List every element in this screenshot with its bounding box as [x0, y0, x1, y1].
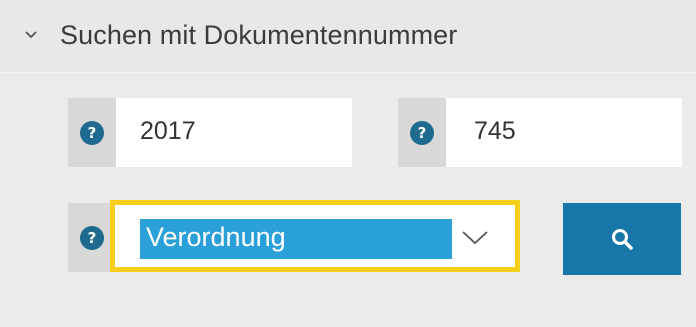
year-input[interactable]: 2017: [140, 117, 196, 146]
year-help[interactable]: ?: [68, 98, 116, 167]
section-header[interactable]: Suchen mit Dokumentennummer: [0, 0, 696, 73]
search-button[interactable]: [563, 203, 681, 275]
help-icon[interactable]: ?: [80, 121, 104, 145]
number-input[interactable]: 745: [474, 117, 516, 146]
selected-option[interactable]: Verordnung: [146, 222, 286, 253]
section-title: Suchen mit Dokumentennummer: [60, 20, 458, 50]
type-help[interactable]: ?: [68, 203, 116, 272]
number-help[interactable]: ?: [398, 98, 446, 167]
chevron-down-icon[interactable]: [460, 228, 490, 246]
search-icon: [612, 229, 633, 250]
year-field[interactable]: ? 2017: [68, 98, 352, 167]
help-icon[interactable]: ?: [410, 121, 434, 145]
help-icon[interactable]: ?: [80, 226, 104, 250]
number-field[interactable]: ? 745: [398, 98, 682, 167]
chevron-down-icon[interactable]: [24, 28, 38, 42]
